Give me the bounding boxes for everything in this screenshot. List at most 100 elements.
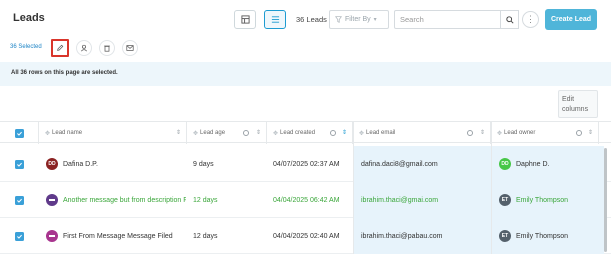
column-divider — [353, 121, 354, 254]
lead-name[interactable]: First From Message Message Filed — [63, 233, 173, 240]
card-view-icon — [240, 15, 250, 24]
lead-owner: Emily Thompson — [516, 196, 569, 204]
selection-banner: All 36 rows on this page are selected. — [0, 62, 611, 86]
column-label: Lead created — [280, 130, 316, 136]
info-icon — [576, 130, 582, 136]
row-select-cell — [0, 146, 39, 182]
lead-age: 12 days — [193, 196, 218, 204]
lead-email[interactable]: ibrahim.thaci@gmai.com — [353, 182, 491, 218]
lead-created: 04/07/2025 02:37 AM — [273, 160, 340, 168]
user-icon — [80, 44, 88, 52]
column-label: Lead email — [366, 130, 396, 136]
column-divider — [491, 121, 492, 254]
table-row[interactable]: First From Message Message Filed 12 days… — [0, 218, 611, 254]
filter-label: Filter By — [345, 16, 371, 23]
selection-banner-text: All 36 rows on this page are selected. — [11, 70, 118, 76]
table-row[interactable]: DD Dafina D.P. 9 days 04/07/2025 02:37 A… — [0, 146, 611, 182]
column-lead-owner[interactable]: ✥ Lead owner ⇕ — [491, 122, 599, 144]
drag-handle-icon: ✥ — [359, 130, 365, 137]
row-select-cell — [0, 182, 39, 218]
lead-name-cell[interactable]: First From Message Message Filed — [46, 218, 186, 254]
column-label: Lead owner — [504, 130, 536, 136]
lead-email[interactable]: ibrahim.thaci@pabau.com — [353, 218, 491, 254]
sort-icon[interactable]: ⇕ — [176, 129, 181, 136]
edit-icon — [57, 44, 64, 51]
drag-handle-icon: ✥ — [193, 130, 199, 137]
table-row[interactable]: Another message but from description F 1… — [0, 182, 611, 218]
edit-columns-button[interactable]: Edit columns — [558, 90, 598, 118]
lead-name[interactable]: Dafina D.P. — [63, 161, 98, 168]
leads-count: 36 Leads — [296, 15, 327, 24]
table-header: ✥ Lead name ⇕ ✥ Lead age ⇕ ✥ Lead create… — [0, 121, 611, 144]
select-all-cell — [0, 122, 39, 144]
vertical-scrollbar[interactable] — [604, 148, 607, 252]
lead-email[interactable]: dafina.daci8@gmail.com — [353, 146, 491, 182]
filter-dropdown[interactable]: Filter By ▾ — [329, 10, 389, 29]
more-vertical-icon: ⋮ — [526, 14, 535, 24]
bulk-action-bar: 36 Selected — [0, 38, 611, 58]
send-email-button[interactable] — [122, 40, 138, 56]
search-input[interactable] — [394, 10, 501, 29]
lead-owner-cell[interactable]: ET Emily Thompson — [491, 182, 604, 218]
check-icon — [17, 162, 22, 167]
list-view-button[interactable] — [264, 10, 286, 29]
lead-name[interactable]: Another message but from description F — [63, 197, 186, 204]
column-label: Lead name — [52, 130, 83, 136]
chevron-down-icon: ▾ — [373, 17, 377, 23]
check-icon — [17, 198, 22, 203]
drag-handle-icon: ✥ — [273, 130, 279, 137]
sort-desc-icon[interactable]: ⇕ — [342, 129, 347, 136]
owner-avatar: ET — [499, 194, 511, 206]
assign-owner-button[interactable] — [76, 40, 92, 56]
card-view-button[interactable] — [234, 10, 256, 29]
create-lead-button[interactable]: Create Lead — [545, 9, 597, 30]
row-checkbox[interactable] — [15, 195, 24, 205]
drag-handle-icon: ✥ — [497, 130, 503, 137]
lead-avatar: DD — [46, 158, 58, 170]
selected-count: 36 Selected — [10, 44, 42, 50]
lead-age: 9 days — [193, 160, 214, 168]
column-lead-email[interactable]: ✥ Lead email ⇕ — [353, 122, 491, 144]
row-select-cell — [0, 218, 39, 254]
column-lead-created[interactable]: ✥ Lead created ⇕ — [267, 122, 353, 144]
list-view-icon — [271, 16, 279, 23]
lead-age: 12 days — [193, 232, 218, 240]
info-icon — [467, 130, 473, 136]
filter-icon — [335, 16, 342, 23]
delete-button[interactable] — [99, 40, 115, 56]
lead-name-cell[interactable]: Another message but from description F — [46, 182, 186, 218]
lead-owner: Daphne D. — [516, 160, 550, 168]
owner-avatar: DD — [499, 158, 511, 170]
info-icon — [330, 130, 336, 136]
sort-icon[interactable]: ⇕ — [480, 129, 485, 136]
sort-icon[interactable]: ⇕ — [256, 129, 261, 136]
lead-created: 04/04/2025 02:40 AM — [273, 232, 340, 240]
lead-owner-cell[interactable]: DD Daphne D. — [491, 146, 604, 182]
select-all-checkbox[interactable] — [14, 128, 24, 138]
row-checkbox[interactable] — [15, 231, 24, 241]
bulk-edit-button[interactable] — [51, 39, 69, 57]
lead-created: 04/04/2025 06:42 AM — [273, 196, 340, 204]
owner-avatar: ET — [499, 230, 511, 242]
lead-owner: Emily Thompson — [516, 232, 569, 240]
check-icon — [17, 234, 22, 239]
row-checkbox[interactable] — [15, 159, 24, 169]
lead-owner-cell[interactable]: ET Emily Thompson — [491, 218, 604, 254]
lead-avatar — [46, 194, 58, 206]
column-lead-name[interactable]: ✥ Lead name ⇕ — [39, 122, 187, 144]
check-icon — [16, 131, 22, 136]
search-icon — [505, 15, 514, 24]
more-options-button[interactable]: ⋮ — [522, 11, 539, 28]
sort-icon[interactable]: ⇕ — [588, 129, 593, 136]
page-header: Leads 36 Leads Filter By ▾ ⋮ Create Lead — [0, 0, 611, 38]
column-lead-age[interactable]: ✥ Lead age ⇕ — [187, 122, 267, 144]
trash-icon — [104, 45, 110, 52]
page-title: Leads — [13, 12, 45, 24]
search-button[interactable] — [501, 10, 519, 29]
drag-handle-icon: ✥ — [45, 130, 51, 137]
lead-name-cell[interactable]: DD Dafina D.P. — [46, 146, 186, 182]
column-label: Lead age — [200, 130, 226, 136]
info-icon — [243, 130, 249, 136]
mail-icon — [126, 45, 134, 51]
lead-avatar — [46, 230, 58, 242]
